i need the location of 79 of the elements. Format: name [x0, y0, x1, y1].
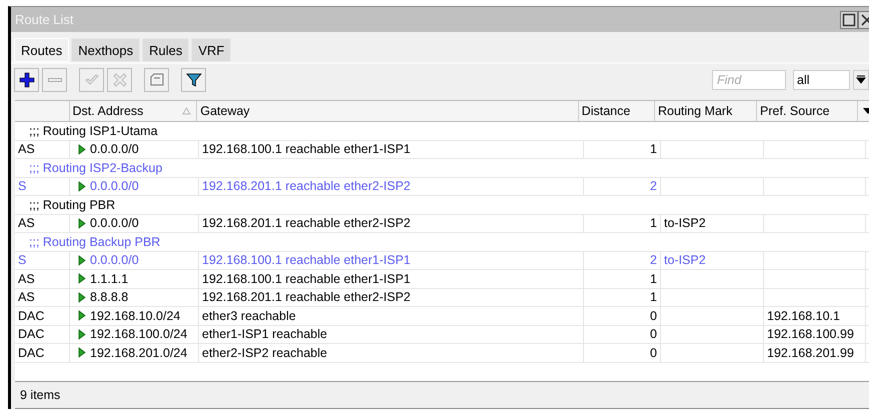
- table-cell: DAC: [15, 326, 70, 343]
- filter-icon: [186, 72, 202, 88]
- table-cell: 0.0.0.0/0: [90, 253, 139, 268]
- table-cell: AS: [15, 270, 70, 288]
- table-cell: 192.168.201.99: [767, 346, 854, 360]
- table-cell: 192.168.100.99: [767, 327, 854, 342]
- dropdown-button[interactable]: [853, 70, 869, 90]
- filter-select[interactable]: all: [793, 70, 850, 90]
- table-cell: S: [15, 252, 70, 269]
- table-cell: 8.8.8.8: [90, 290, 128, 304]
- play-icon: [78, 328, 86, 340]
- table-cell: 0: [584, 344, 661, 362]
- table-cell: 192.168.100.1 reachable ether1-ISP1: [199, 140, 584, 158]
- table-cell: 0: [584, 307, 661, 324]
- maximize-button[interactable]: [840, 10, 858, 28]
- add-button[interactable]: [14, 68, 39, 92]
- sort-icon: [182, 107, 192, 115]
- table-cell: ether3 reachable: [199, 307, 584, 324]
- play-icon: [78, 347, 86, 358]
- table-cell: 2: [584, 178, 661, 195]
- route-comment: ;;; Routing ISP2-Backup: [29, 160, 162, 175]
- play-icon: [78, 310, 86, 322]
- route-comment: ;;; Routing Backup PBR: [29, 234, 160, 249]
- table-cell: 0.0.0.0/0: [90, 179, 139, 194]
- table-cell: 192.168.10.0/24: [90, 308, 180, 323]
- table-cell: AS: [15, 140, 70, 158]
- column-header[interactable]: Distance: [578, 101, 655, 121]
- play-icon: [78, 144, 86, 155]
- cross-icon: [112, 72, 128, 88]
- tab[interactable]: VRF: [191, 38, 232, 62]
- find-field[interactable]: Find: [712, 70, 786, 90]
- table-cell: AS: [15, 214, 70, 232]
- note-icon: [148, 72, 164, 88]
- plus-icon: [18, 72, 34, 88]
- play-icon: [78, 273, 86, 284]
- table-cell: 1: [584, 270, 661, 288]
- table-cell: 192.168.100.1 reachable ether1-ISP1: [199, 252, 584, 269]
- play-icon: [78, 180, 86, 192]
- table-cell: DAC: [15, 344, 70, 362]
- item-count: 9 items: [20, 388, 60, 402]
- table-cell: 192.168.100.1 reachable ether1-ISP1: [199, 270, 584, 288]
- table-cell: ether2-ISP2 reachable: [199, 344, 584, 362]
- comment-button[interactable]: [144, 68, 169, 92]
- table-cell: ether1-ISP1 reachable: [199, 326, 584, 343]
- table-cell: 192.168.201.0/24: [90, 346, 188, 360]
- route-comment: ;;; Routing PBR: [29, 198, 116, 212]
- table-cell: 192.168.10.1: [767, 308, 840, 323]
- column-header[interactable]: Dst. Address: [70, 101, 198, 121]
- column-header[interactable]: Pref. Source: [757, 101, 858, 121]
- table-cell: S: [15, 178, 70, 195]
- table-cell: 192.168.100.0/24: [90, 327, 188, 342]
- tab[interactable]: Routes: [14, 38, 70, 62]
- table-cell: to-ISP2: [664, 253, 706, 268]
- maximize-icon: [842, 12, 856, 26]
- table-cell: AS: [15, 288, 70, 306]
- column-header[interactable]: Gateway: [197, 101, 579, 121]
- table-cell: 192.168.201.1 reachable ether2-ISP2: [199, 178, 584, 195]
- filter-button[interactable]: [181, 68, 206, 92]
- tab[interactable]: Nexthops: [71, 38, 140, 62]
- column-header[interactable]: Routing Mark: [654, 101, 758, 121]
- table-cell: 2: [584, 252, 661, 269]
- play-icon: [78, 218, 86, 229]
- table-cell: 1.1.1.1: [90, 272, 128, 286]
- table-cell: 0.0.0.0/0: [90, 142, 139, 156]
- table-cell: 192.168.201.1 reachable ether2-ISP2: [199, 288, 584, 306]
- table-cell: 192.168.201.1 reachable ether2-ISP2: [199, 214, 584, 232]
- table-cell: 1: [584, 288, 661, 306]
- table-cell: 1: [584, 214, 661, 232]
- play-icon: [78, 292, 86, 303]
- route-comment: ;;; Routing ISP1-Utama: [29, 124, 158, 138]
- tab[interactable]: Rules: [142, 38, 190, 62]
- table-cell: 1: [584, 140, 661, 158]
- caret-icon: [856, 75, 866, 85]
- minus-icon: [48, 78, 62, 82]
- table-cell: DAC: [15, 307, 70, 324]
- table-cell: to-ISP2: [664, 216, 706, 230]
- play-icon: [78, 254, 86, 266]
- table-cell: 0.0.0.0/0: [90, 216, 139, 230]
- table-cell: 0: [584, 326, 661, 343]
